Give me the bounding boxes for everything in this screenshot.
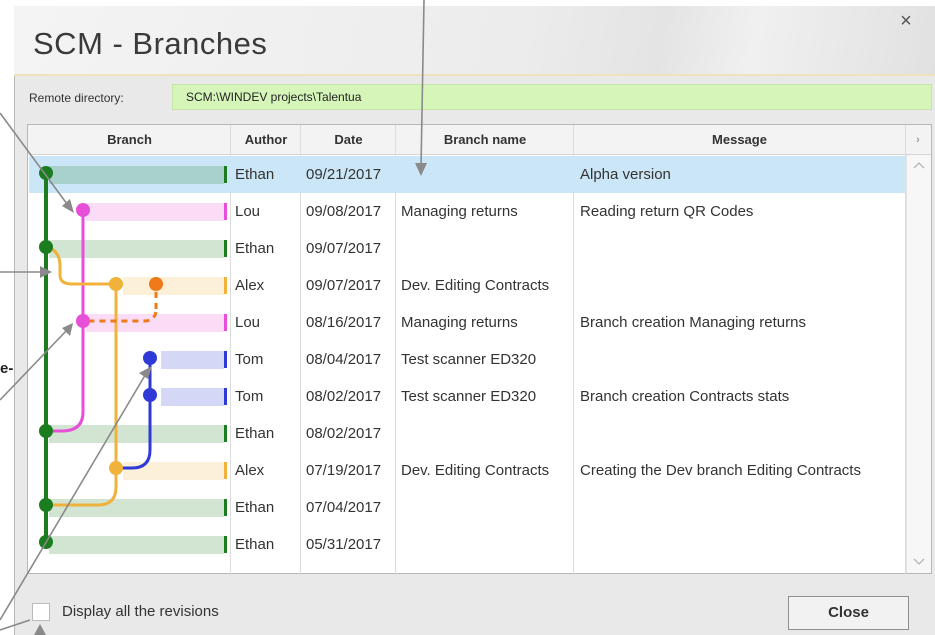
dashed-link-horizontal [90, 311, 158, 323]
commit-node [143, 388, 157, 402]
callout-arrow [0, 112, 71, 209]
commit-node [39, 498, 53, 512]
commit-node [76, 314, 90, 328]
display-all-revisions-label: Display all the revisions [62, 603, 219, 620]
commit-node [149, 277, 163, 291]
callout-arrow [0, 619, 31, 631]
arrowhead-icon [62, 199, 74, 213]
commit-node [109, 277, 123, 291]
display-all-revisions-checkbox[interactable] [32, 603, 50, 621]
commit-node [76, 203, 90, 217]
commit-node [39, 424, 53, 438]
callout-arrowheads [34, 163, 427, 635]
callout-arrow [0, 371, 148, 621]
arrowhead-icon [34, 624, 46, 635]
partial-annotation-text: e- [0, 360, 14, 377]
commit-node [143, 351, 157, 365]
close-button[interactable]: Close [788, 596, 909, 630]
arrowhead-icon [415, 163, 427, 176]
callout-arrows [0, 0, 425, 631]
branch-graph [0, 0, 427, 635]
commit-node [39, 240, 53, 254]
orange-merge-line [45, 245, 116, 286]
callout-arrow [420, 0, 425, 169]
commit-node [109, 461, 123, 475]
